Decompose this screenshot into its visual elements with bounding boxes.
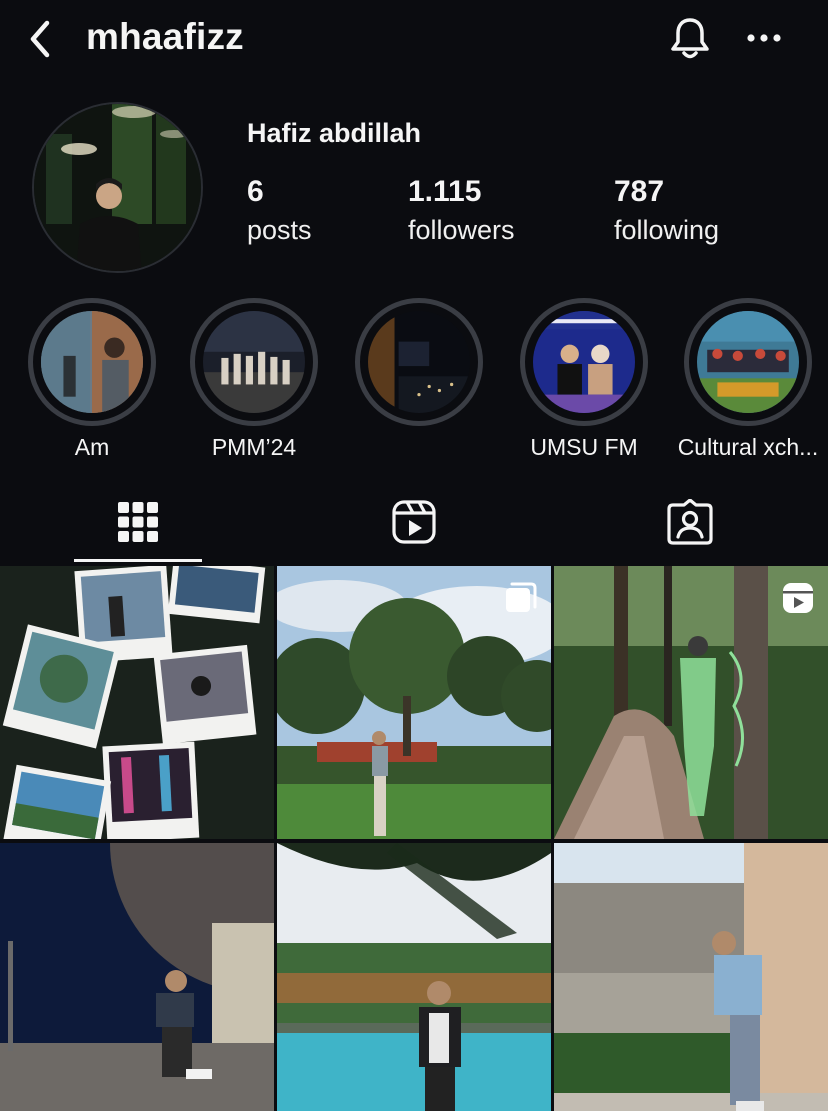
post-thumbnail[interactable] (277, 566, 551, 839)
profile-tabs (0, 478, 828, 566)
profile-avatar[interactable] (32, 102, 203, 273)
highlight-ring (190, 298, 318, 426)
highlight-item[interactable]: PMM’24 (179, 298, 329, 461)
highlight-item[interactable]: UMSU FM (509, 298, 659, 461)
back-button[interactable] (18, 14, 62, 64)
more-options-button[interactable] (738, 14, 790, 62)
more-horizontal-icon (747, 34, 781, 42)
highlight-label: PMM’24 (211, 434, 297, 460)
grid-icon (118, 502, 158, 542)
followers-count[interactable]: 1.115 followers (408, 172, 515, 248)
tagged-person-icon (667, 499, 713, 545)
tab-reels[interactable] (276, 478, 552, 566)
highlight-ring (355, 298, 483, 426)
followers-count-label: followers (408, 215, 515, 245)
post-thumbnail[interactable] (554, 843, 828, 1111)
bell-icon (671, 18, 709, 59)
posts-count[interactable]: 6 posts (247, 172, 312, 248)
highlight-ring (684, 298, 812, 426)
highlight-item[interactable]: Am (17, 298, 167, 461)
highlight-item[interactable]: Cultural xch... (673, 298, 823, 461)
highlight-ring (28, 298, 156, 426)
notifications-button[interactable] (664, 12, 716, 64)
highlight-label: UMSU FM (530, 434, 638, 460)
post-thumbnail[interactable] (277, 843, 551, 1111)
post-thumbnail[interactable] (0, 566, 274, 839)
tab-tagged[interactable] (552, 478, 828, 566)
reels-icon (392, 500, 436, 544)
following-count[interactable]: 787 following (614, 172, 719, 248)
post-thumbnail[interactable] (554, 566, 828, 839)
posts-grid (0, 566, 828, 1111)
highlight-label: Cultural xch... (677, 434, 819, 460)
reel-icon (783, 583, 813, 613)
carousel-icon (506, 582, 537, 612)
highlight-item[interactable] (344, 298, 494, 434)
posts-count-label: posts (247, 215, 312, 245)
highlight-label: Am (74, 434, 110, 460)
top-bar: mhaafizz (0, 0, 828, 80)
profile-username: mhaafizz (86, 16, 244, 57)
highlight-ring (520, 298, 648, 426)
post-thumbnail[interactable] (0, 843, 274, 1111)
following-count-value: 787 (614, 175, 665, 208)
tab-posts-grid[interactable] (0, 478, 276, 566)
profile-display-name: Hafiz abdillah (247, 118, 422, 148)
active-tab-indicator (74, 559, 202, 562)
chevron-left-icon (30, 20, 50, 58)
posts-count-value: 6 (247, 175, 264, 208)
following-count-label: following (614, 215, 720, 245)
story-highlights: Am PMM’24 UMSU FM Cultural xch... (0, 298, 828, 468)
followers-count-value: 1.115 (408, 175, 482, 208)
